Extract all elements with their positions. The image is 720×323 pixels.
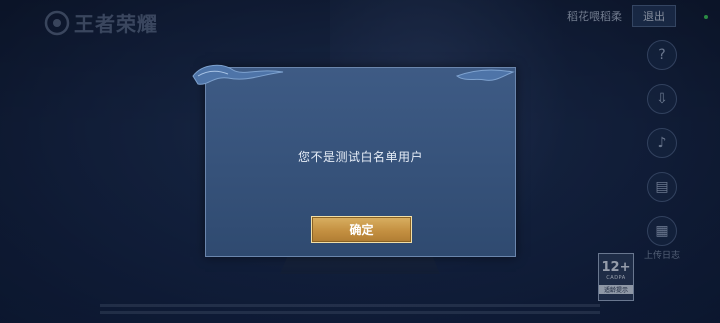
dialog-ornament-right [455,69,515,81]
dialog-message: 您不是测试白名单用户 [297,150,423,164]
confirm-button[interactable]: 确定 [311,216,412,243]
dialog-ornament-left [192,64,284,85]
